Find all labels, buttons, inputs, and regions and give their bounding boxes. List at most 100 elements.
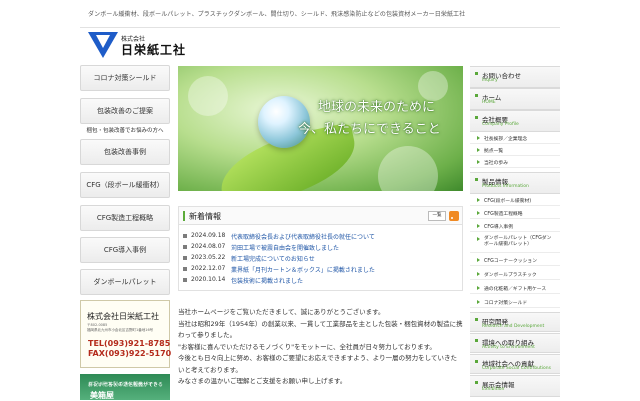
- logo-triangle-icon: [88, 32, 118, 58]
- left-nav-subtext: 梱包・包装改善でお悩みの方へ: [86, 128, 164, 134]
- nav-item-label: ダンボールパレット（CFGダンボール緩衝パレット）: [484, 236, 552, 247]
- right-nav-item[interactable]: CFG導入事例: [470, 220, 560, 232]
- left-nav-cfg[interactable]: CFG（段ボール緩衝材）: [80, 172, 170, 198]
- right-nav-item[interactable]: 拠点一覧: [470, 144, 560, 156]
- news-header-accent: [183, 211, 185, 221]
- arrow-right-icon: [477, 148, 480, 152]
- left-nav-corona-shield[interactable]: コロナ対策シールド: [80, 65, 170, 91]
- arrow-right-icon: [477, 136, 480, 140]
- news-link[interactable]: 代表取締役会長および代表取締役社長の就任について: [231, 232, 375, 241]
- right-nav-item[interactable]: コロナ対策シールド: [470, 296, 560, 308]
- right-nav-item[interactable]: 通の化粧箱／ギフト用ケース: [470, 282, 560, 294]
- news-link[interactable]: 新工場完成についてのお知らせ: [231, 254, 315, 263]
- intro-line: わって参りました。: [178, 331, 237, 339]
- nav-item-label: CFG(段ボール緩衝材): [484, 199, 532, 204]
- right-nav-exhibition[interactable]: 展示会情報 Exhibition: [470, 375, 560, 397]
- company-address: 福岡県北九州市小倉北区吉野町1番地16号: [87, 328, 154, 332]
- bokeh-light: [378, 146, 438, 191]
- nav-marker-icon: [475, 381, 478, 384]
- nav-marker-icon: [475, 178, 478, 181]
- company-info-box: 株式会社日栄紙工社 〒802-0085 福岡県北九州市小倉北区吉野町1番地16号…: [80, 300, 172, 368]
- news-item[interactable]: 2022.12.07 業界紙「月刊カートン＆ボックス」に掲載されました: [183, 264, 461, 275]
- news-date: 2024.09.18: [191, 232, 226, 239]
- arrow-right-icon: [477, 300, 480, 304]
- bokeh-light: [188, 76, 228, 116]
- arrow-right-icon: [477, 272, 480, 276]
- company-tel: TEL(093)921-8785: [88, 339, 171, 348]
- right-nav-products[interactable]: 製品情報 Products Information: [470, 172, 560, 194]
- nav-marker-icon: [475, 116, 478, 119]
- banner-line2-text: ダンボール製の通信販売サイト: [88, 382, 159, 388]
- intro-text: 当社ホームページをご覧いただきまして、誠にありがとうございます。 当社は昭和29…: [178, 307, 464, 388]
- right-nav-item[interactable]: 当社の歩み: [470, 156, 560, 168]
- right-nav-environment[interactable]: 環境への取り組み Activity to Environment: [470, 333, 560, 353]
- left-nav-cardboard-pallet[interactable]: ダンボールパレット: [80, 269, 170, 295]
- news-date: 2024.08.07: [191, 243, 226, 250]
- arrow-right-icon: [477, 224, 480, 228]
- nav-marker-icon: [475, 94, 478, 97]
- news-item[interactable]: 2023.05.22 新工場完成についてのお知らせ: [183, 253, 461, 264]
- banner-brand: 美箱屋: [90, 391, 114, 400]
- logo-company-name: 日栄紙工社: [121, 43, 187, 57]
- right-nav-item[interactable]: CFG(段ボール緩衝材): [470, 194, 560, 206]
- nav-marker-icon: [475, 339, 478, 342]
- intro-line: 当社ホームページをご覧いただきまして、誠にありがとうございます。: [178, 308, 385, 316]
- intro-line: みなさまの温かいご理解とご支援をお願い申し上げます。: [178, 377, 347, 385]
- left-nav-cfg-process[interactable]: CFG製造工程概略: [80, 205, 170, 231]
- news-item[interactable]: 2024.09.18 代表取締役会長および代表取締役社長の就任について: [183, 231, 461, 242]
- left-nav-cfg-cases[interactable]: CFG導入事例: [80, 237, 170, 263]
- arrow-right-icon: [477, 258, 480, 262]
- gift-shop-banner[interactable]: お祝い贈答・ギフト包装ができる ダンボール製の通信販売サイト 美箱屋: [80, 374, 170, 400]
- news-item[interactable]: 2024.08.07 苅田工場で被震自由会を開催致しました: [183, 242, 461, 253]
- right-nav-home[interactable]: ホーム HOME: [470, 88, 560, 110]
- intro-line: いと考えております。: [178, 365, 242, 374]
- right-nav-research[interactable]: 研究開発 Research and Development: [470, 312, 560, 332]
- site-tagline: ダンボール緩衝材、段ボールパレット、プラスチックダンボール、間仕切り、シールド、…: [88, 11, 466, 18]
- bullet-square-icon: [183, 245, 187, 249]
- news-date: 2022.12.07: [191, 265, 226, 272]
- news-link[interactable]: 包装技術に掲載されました: [231, 276, 303, 285]
- intro-line: 今後とも日々向上に努め、お客様のご要望にお応えできますよう、より一層の努力をして…: [178, 354, 457, 362]
- news-date: 2020.10.14: [191, 276, 226, 283]
- rss-icon[interactable]: [449, 211, 459, 221]
- company-fax: FAX(093)922-5170: [88, 349, 172, 358]
- right-nav-community[interactable]: 地域社会への貢献 Corporate Social Contributions: [470, 354, 560, 374]
- news-title: 新着情報: [189, 212, 221, 221]
- right-nav-inquiry[interactable]: お問い合わせ Inquiry: [470, 66, 560, 88]
- nav-sublabel: HOME: [482, 100, 496, 105]
- right-nav-item[interactable]: ダンボールプラスチック: [470, 268, 560, 280]
- nav-marker-icon: [475, 318, 478, 321]
- news-link[interactable]: 業界紙「月刊カートン＆ボックス」に掲載されました: [231, 265, 375, 274]
- nav-sublabel: Products Information: [482, 184, 529, 189]
- company-logo[interactable]: 株式会社 日栄紙工社: [88, 32, 198, 58]
- top-bar: ダンボール緩衝材、段ボールパレット、プラスチックダンボール、間仕切り、シールド、…: [0, 0, 640, 28]
- intro-line: 当社は昭和29年（1954年）の創業以来、一貫して工業部品を主とした包装・梱包資…: [178, 319, 463, 328]
- left-nav-packaging-proposal[interactable]: 包装改善のご提案: [80, 98, 170, 124]
- nav-sublabel: Research and Development: [482, 324, 545, 329]
- right-nav-item[interactable]: CFGコーナークッション: [470, 254, 560, 266]
- intro-line: "お客様に喜んでいただけるモノづくり"をモットーに、全社員が日々努力しております…: [178, 342, 436, 351]
- news-date: 2023.05.22: [191, 254, 226, 261]
- nav-item-label: コロナ対策シールド: [484, 301, 528, 306]
- news-link[interactable]: 苅田工場で被震自由会を開催致しました: [231, 243, 339, 252]
- news-section: 新着情報 一覧 2024.09.18 代表取締役会長および代表取締役社長の就任に…: [178, 206, 463, 291]
- right-nav-item[interactable]: ダンボールパレット（CFGダンボール緩衝パレット）: [470, 233, 560, 253]
- nav-item-label: 当社の歩み: [484, 161, 508, 166]
- nav-marker-icon: [475, 72, 478, 75]
- arrow-right-icon: [477, 237, 480, 241]
- hero-image: 地球の未来のために 今、私たちにできること: [178, 66, 463, 191]
- bullet-square-icon: [183, 267, 187, 271]
- news-list-button[interactable]: 一覧: [428, 211, 446, 221]
- left-nav-improvement-cases[interactable]: 包装改善事例: [80, 139, 170, 165]
- nav-sublabel: Company Profile: [482, 122, 519, 127]
- hero-catchphrase-line1: 地球の未来のために: [318, 100, 436, 115]
- right-nav-company[interactable]: 会社概要 Company Profile: [470, 110, 560, 132]
- nav-marker-icon: [475, 360, 478, 363]
- news-item[interactable]: 2020.10.14 包装技術に掲載されました: [183, 275, 461, 286]
- bullet-square-icon: [183, 234, 187, 238]
- nav-item-label: CFGコーナークッション: [484, 259, 537, 264]
- nav-sublabel: Exhibition: [482, 387, 505, 392]
- right-nav-item[interactable]: 社長挨拶／企業理念: [470, 132, 560, 144]
- right-nav-item[interactable]: CFG製造工程概略: [470, 207, 560, 219]
- company-name: 株式会社日栄紙工社: [87, 312, 159, 321]
